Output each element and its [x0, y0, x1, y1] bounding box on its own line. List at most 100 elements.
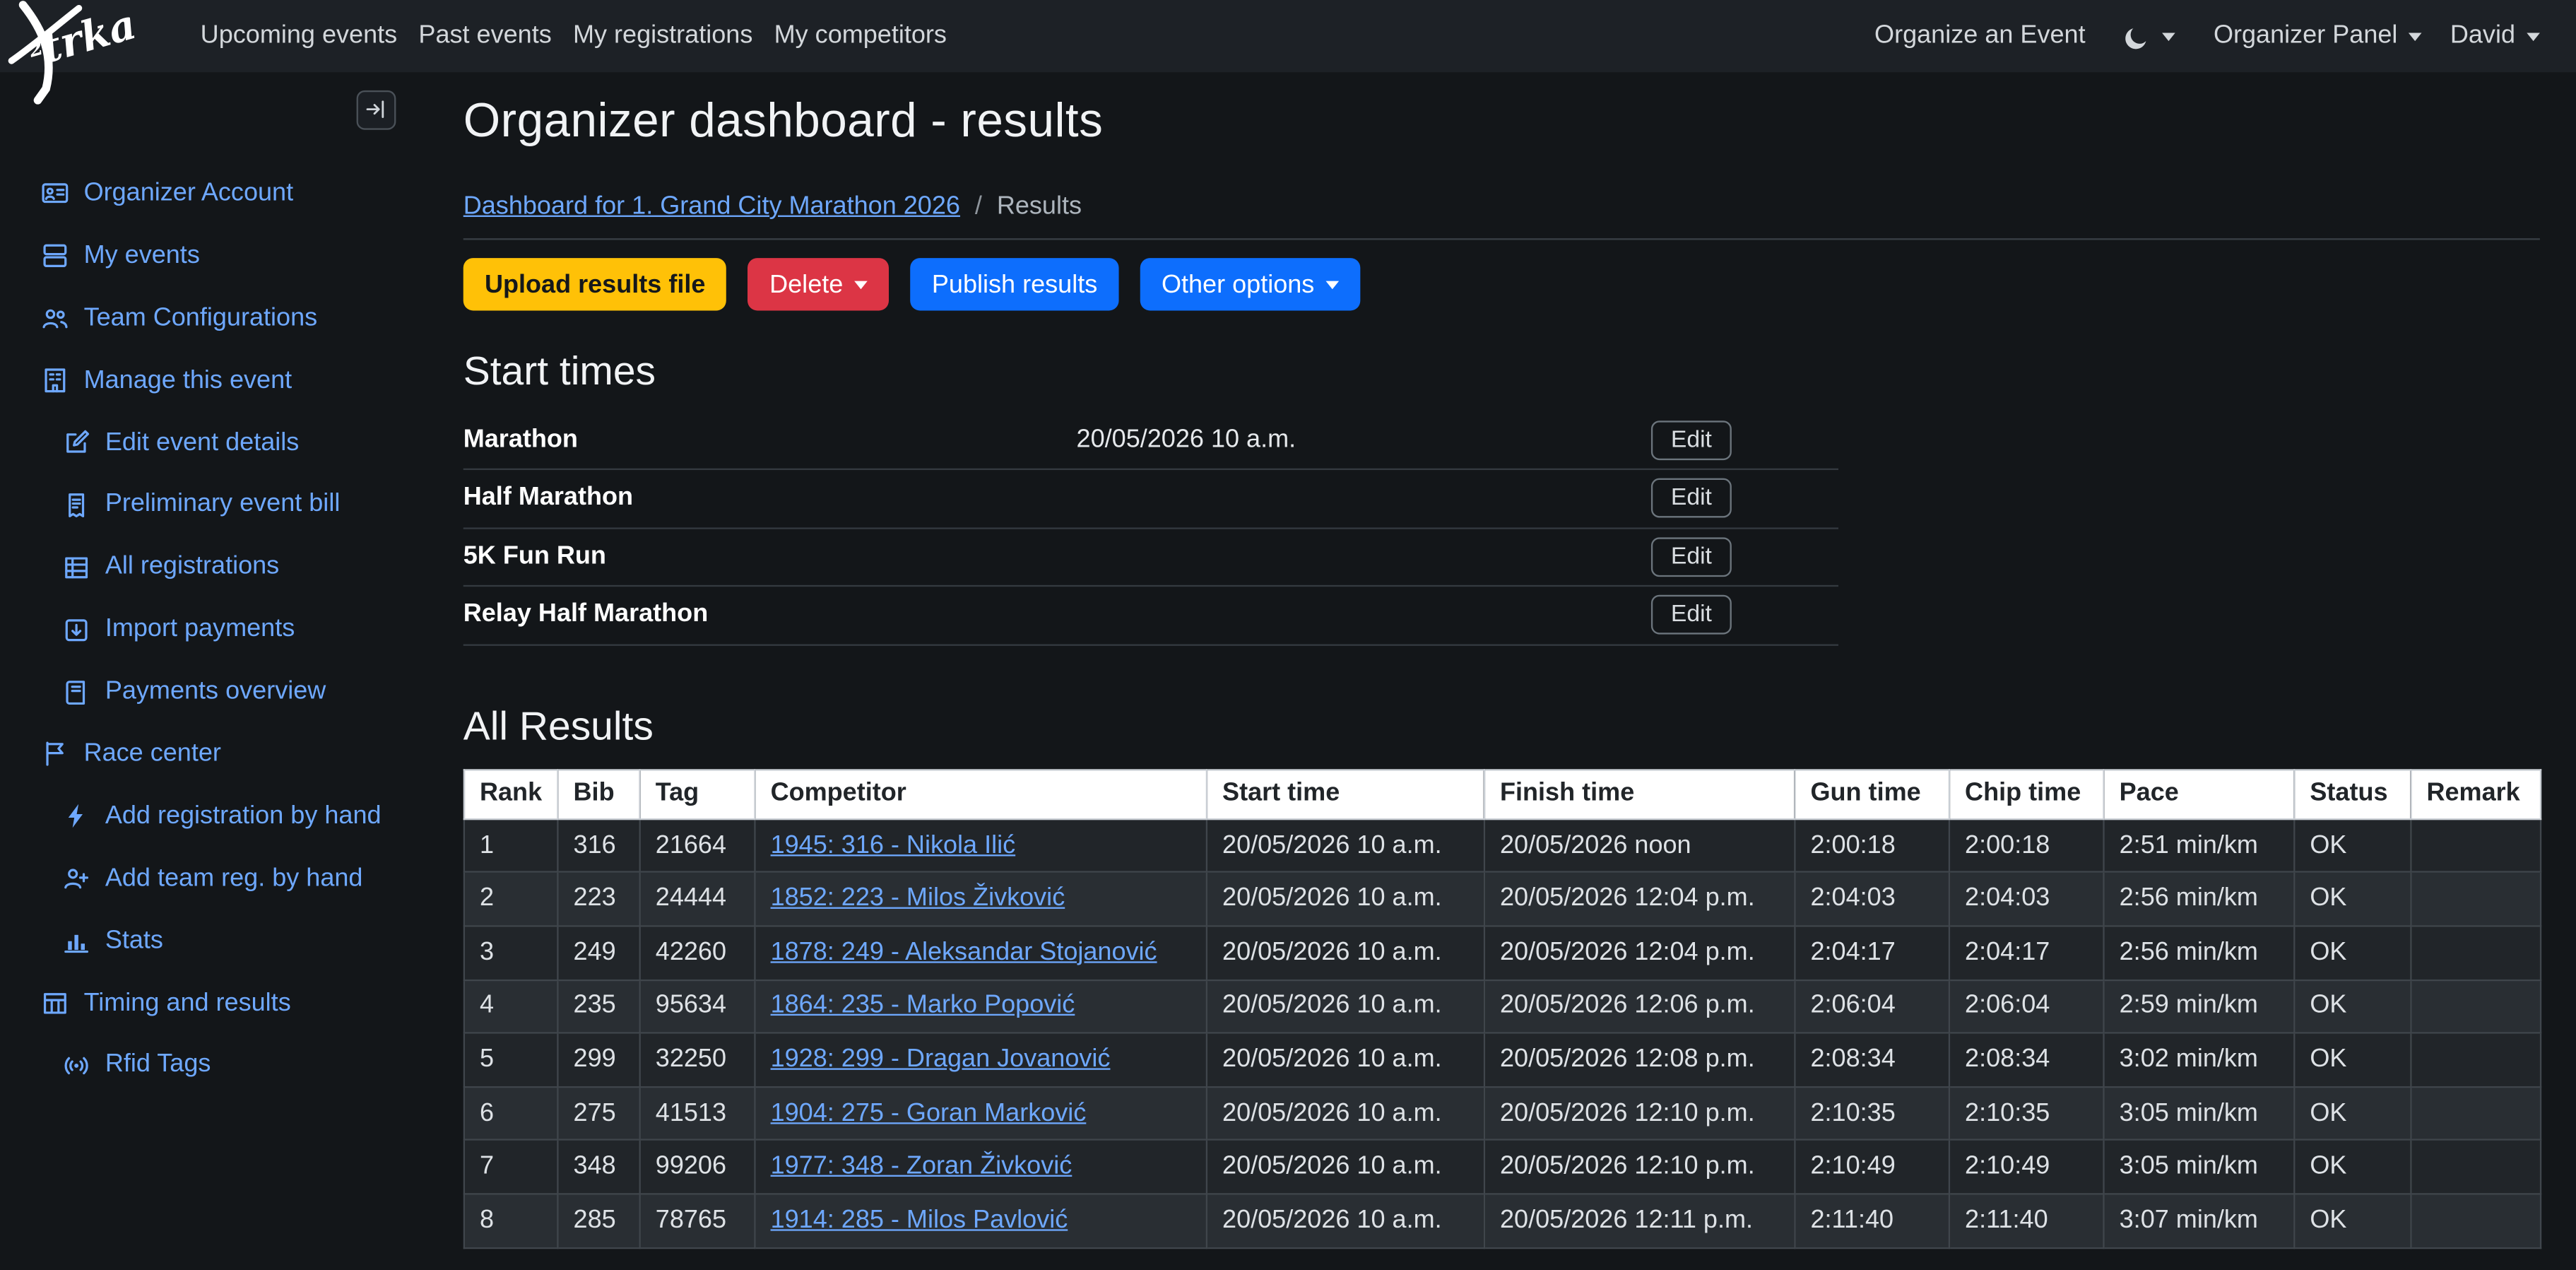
- cell-rank: 1: [464, 819, 558, 873]
- sidebar-item-manage-this-event[interactable]: Manage this event: [0, 350, 440, 412]
- sidebar-item-stats[interactable]: Stats: [0, 910, 440, 972]
- brand-logo[interactable]: 2 trka: [4, 0, 184, 105]
- cell-rank: 7: [464, 1140, 558, 1194]
- table-row: 2223244441852: 223 - Milos Živković20/05…: [464, 872, 2541, 926]
- breadcrumb-dashboard-link[interactable]: Dashboard for 1. Grand City Marathon 202…: [463, 192, 960, 222]
- start-time-row: Marathon20/05/2026 10 a.m.Edit: [463, 411, 1838, 470]
- action-buttons: Upload results file Delete Publish resul…: [463, 258, 2540, 311]
- sidebar-item-label: Organizer Account: [84, 179, 294, 208]
- competitor-link[interactable]: 1945: 316 - Nikola Ilić: [771, 831, 1016, 859]
- top-navbar: Upcoming events Past events My registratio…: [0, 0, 2576, 72]
- other-options-button[interactable]: Other options: [1140, 258, 1361, 311]
- sidebar-item-rfid-tags[interactable]: Rfid Tags: [0, 1035, 440, 1097]
- competitor-link[interactable]: 1928: 299 - Dragan Jovanović: [771, 1045, 1111, 1074]
- competitor-link[interactable]: 1977: 348 - Zoran Živković: [771, 1152, 1073, 1180]
- edit-start-time-button[interactable]: Edit: [1651, 596, 1732, 635]
- cell-status: OK: [2294, 1033, 2411, 1087]
- results-header-row: RankBibTagCompetitorStart timeFinish tim…: [464, 770, 2541, 819]
- sidebar-item-import-payments[interactable]: Import payments: [0, 599, 440, 661]
- nav-item-my-registrations[interactable]: My registrations: [573, 21, 752, 51]
- cell-rank: 4: [464, 980, 558, 1033]
- cell-competitor: 1904: 275 - Goran Marković: [755, 1087, 1206, 1141]
- sidebar-item-label: Payments overview: [105, 677, 326, 707]
- cell-competitor: 1914: 285 - Milos Pavlović: [755, 1194, 1206, 1247]
- cell-bib: 299: [557, 1033, 639, 1087]
- sidebar-item-timing-and-results[interactable]: Timing and results: [0, 972, 440, 1035]
- sidebar-item-label: Import payments: [105, 615, 295, 645]
- breadcrumb: Dashboard for 1. Grand City Marathon 202…: [463, 192, 2540, 222]
- sidebar-item-payments-overview[interactable]: Payments overview: [0, 661, 440, 723]
- cell-remark: [2411, 1140, 2541, 1194]
- nav-item-my-competitors[interactable]: My competitors: [774, 21, 947, 51]
- competitor-link[interactable]: 1914: 285 - Milos Pavlović: [771, 1206, 1068, 1234]
- stack-icon: [41, 242, 69, 271]
- cell-remark: [2411, 1087, 2541, 1141]
- cell-start: 20/05/2026 10 a.m.: [1207, 872, 1484, 926]
- competitor-link[interactable]: 1852: 223 - Milos Živković: [771, 884, 1065, 912]
- collapse-sidebar-icon: [362, 96, 391, 124]
- cell-remark: [2411, 1194, 2541, 1247]
- sidebar-item-label: My events: [84, 241, 200, 271]
- list-columns-icon: [62, 553, 90, 582]
- cell-start: 20/05/2026 10 a.m.: [1207, 1194, 1484, 1247]
- cell-finish: 20/05/2026 12:06 p.m.: [1484, 980, 1795, 1033]
- cell-tag: 24444: [640, 872, 755, 926]
- sidebar-item-race-center[interactable]: Race center: [0, 723, 440, 785]
- cell-status: OK: [2294, 819, 2411, 873]
- cell-tag: 95634: [640, 980, 755, 1033]
- competitor-link[interactable]: 1904: 275 - Goran Marković: [771, 1098, 1087, 1127]
- cell-chip: 2:04:17: [1949, 926, 2104, 980]
- brand-text: trka: [36, 0, 141, 73]
- cell-finish: 20/05/2026 12:11 p.m.: [1484, 1194, 1795, 1247]
- publish-results-button[interactable]: Publish results: [911, 258, 1119, 311]
- sidebar-item-all-registrations[interactable]: All registrations: [0, 536, 440, 599]
- cell-chip: 2:08:34: [1949, 1033, 2104, 1087]
- other-options-label: Other options: [1162, 269, 1314, 300]
- competitor-link[interactable]: 1864: 235 - Marko Popović: [771, 992, 1075, 1020]
- edit-start-time-button[interactable]: Edit: [1651, 421, 1732, 460]
- user-menu[interactable]: David: [2450, 21, 2540, 51]
- cell-start: 20/05/2026 10 a.m.: [1207, 819, 1484, 873]
- lightning-icon: [62, 803, 90, 831]
- competitor-link[interactable]: 1878: 249 - Aleksandar Stojanović: [771, 938, 1157, 966]
- cell-tag: 99206: [640, 1140, 755, 1194]
- sidebar-item-team-configurations[interactable]: Team Configurations: [0, 287, 440, 349]
- main-content: Organizer dashboard - results Dashboard …: [463, 72, 2540, 1248]
- results-table: RankBibTagCompetitorStart timeFinish tim…: [463, 769, 2542, 1248]
- grid-table-icon: [41, 989, 69, 1018]
- sidebar-item-my-events[interactable]: My events: [0, 225, 440, 287]
- sidebar-item-add-registration-by-hand[interactable]: Add registration by hand: [0, 785, 440, 847]
- sidebar-item-edit-event-details[interactable]: Edit event details: [0, 412, 440, 474]
- race-start-time: 20/05/2026 10 a.m.: [825, 425, 1547, 454]
- edit-start-time-button[interactable]: Edit: [1651, 478, 1732, 518]
- race-name: Half Marathon: [463, 483, 825, 513]
- sidebar-item-preliminary-event-bill[interactable]: Preliminary event bill: [0, 474, 440, 536]
- sidebar-menu: Organizer Account My events Team Configura…: [0, 163, 440, 1097]
- edit-start-time-button[interactable]: Edit: [1651, 537, 1732, 577]
- organizer-panel-menu[interactable]: Organizer Panel: [2214, 21, 2422, 51]
- delete-button[interactable]: Delete: [748, 258, 890, 311]
- start-time-actions: Edit: [1651, 478, 1838, 518]
- app-root: Upcoming events Past events My registratio…: [0, 0, 2576, 1270]
- nav-item-past-events[interactable]: Past events: [418, 21, 551, 51]
- cell-bib: 348: [557, 1140, 639, 1194]
- table-row: 4235956341864: 235 - Marko Popović20/05/…: [464, 980, 2541, 1033]
- nav-item-upcoming-events[interactable]: Upcoming events: [201, 21, 397, 51]
- cell-status: OK: [2294, 1140, 2411, 1194]
- sidebar-item-add-team-reg-by-hand[interactable]: Add team reg. by hand: [0, 847, 440, 910]
- upload-results-button[interactable]: Upload results file: [463, 258, 727, 311]
- chevron-down-icon: [855, 281, 868, 289]
- sidebar-item-organizer-account[interactable]: Organizer Account: [0, 163, 440, 225]
- cell-bib: 316: [557, 819, 639, 873]
- cell-tag: 41513: [640, 1087, 755, 1141]
- sidebar-item-label: Stats: [105, 927, 163, 956]
- sidebar-collapse-button[interactable]: [357, 90, 396, 130]
- chevron-down-icon: [2527, 32, 2540, 40]
- column-header-tag: Tag: [640, 770, 755, 819]
- cell-gun: 2:08:34: [1795, 1033, 1949, 1087]
- cell-bib: 223: [557, 872, 639, 926]
- theme-toggle-button[interactable]: [2113, 20, 2185, 52]
- organize-event-link[interactable]: Organize an Event: [1874, 21, 2086, 51]
- divider: [463, 238, 2540, 240]
- cell-status: OK: [2294, 1194, 2411, 1247]
